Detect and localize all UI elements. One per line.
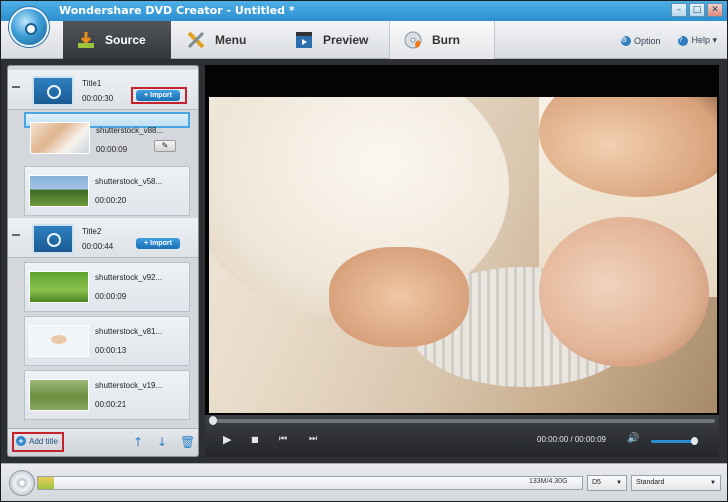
app-logo	[9, 7, 49, 47]
time-separator: /	[570, 435, 573, 444]
panel-footer: + Add title ↑ ↓ 🗑	[8, 428, 198, 456]
title-duration: 00:00:44	[82, 242, 114, 251]
maximize-button[interactable]: □	[689, 3, 705, 17]
tab-menu-label: Menu	[215, 33, 247, 47]
seek-bar[interactable]	[209, 416, 715, 425]
clip-item[interactable]: shutterstock_v19... 00:00:21	[24, 370, 190, 420]
next-icon[interactable]: ⏭	[309, 434, 317, 444]
main-tab-bar: Source Menu Preview Burn ⚙ Option ? Help…	[1, 21, 727, 59]
clip-duration: 00:00:21	[95, 400, 127, 409]
play-icon[interactable]: ▶	[223, 433, 231, 446]
video-figure	[539, 217, 709, 367]
capacity-bar	[37, 476, 583, 490]
option-button[interactable]: ⚙ Option	[620, 35, 661, 46]
film-icon	[32, 224, 74, 254]
video-figure	[329, 247, 469, 347]
clip-thumbnail	[29, 271, 89, 303]
quality-value: Standard	[636, 479, 665, 486]
disc-icon	[9, 470, 35, 496]
window-controls: – □ ✕	[671, 3, 723, 17]
window-title: Wondershare DVD Creator - Untitled *	[59, 4, 295, 17]
gear-icon: ⚙	[620, 35, 631, 46]
tools-icon	[185, 29, 207, 51]
clip-thumbnail	[30, 122, 90, 154]
help-label: Help ▾	[691, 35, 717, 45]
clip-item[interactable]: shutterstock_v92... 00:00:09	[24, 262, 190, 312]
stop-icon[interactable]: ■	[251, 435, 259, 444]
title-name: Title1	[82, 79, 102, 88]
clip-duration: 00:00:20	[95, 196, 127, 205]
clip-item[interactable]: shutterstock_v58... 00:00:20	[24, 166, 190, 216]
time-display: 00:00:00 / 00:00:09	[537, 435, 606, 444]
tab-preview[interactable]: Preview	[281, 21, 387, 59]
clip-name: shutterstock_v92...	[95, 273, 163, 282]
clip-item[interactable]: shutterstock_v81... 00:00:13	[24, 316, 190, 366]
move-down-icon[interactable]: ↓	[156, 435, 168, 449]
chevron-down-icon: ▼	[616, 480, 622, 486]
previous-icon[interactable]: ⏮	[279, 434, 287, 444]
collapse-icon[interactable]	[12, 234, 20, 236]
title-bar: Wondershare DVD Creator - Untitled * – □…	[1, 1, 727, 21]
top-right-menu: ⚙ Option ? Help ▾	[620, 35, 717, 46]
help-icon: ?	[678, 35, 689, 46]
clip-thumbnail	[29, 379, 89, 411]
import-button[interactable]: + Import	[136, 238, 180, 249]
move-up-icon[interactable]: ↑	[132, 435, 144, 449]
clip-duration: 00:00:09	[96, 145, 128, 154]
clip-thumbnail	[29, 175, 89, 207]
edit-pencil-icon[interactable]: ✎	[154, 140, 176, 152]
clip-duration: 00:00:13	[95, 346, 127, 355]
tab-source-label: Source	[105, 33, 146, 47]
highlight-box	[12, 432, 64, 452]
clip-duration: 00:00:09	[95, 292, 127, 301]
disc-type-select[interactable]: D5 ▼	[587, 475, 627, 491]
source-list-panel: Title1 00:00:30 + Import shutterstock_v8…	[7, 65, 199, 457]
clip-name: shutterstock_v58...	[95, 177, 163, 186]
footer-icons: ↑ ↓ 🗑	[132, 435, 195, 449]
highlight-box	[131, 87, 187, 104]
volume-icon[interactable]: 🔊	[627, 433, 639, 444]
video-frame	[209, 97, 717, 413]
minimize-button[interactable]: –	[671, 3, 687, 17]
tab-burn[interactable]: Burn	[389, 21, 495, 59]
total-time: 00:00:09	[574, 435, 606, 444]
player-controls: ▶ ■ ⏮ ⏭ 00:00:00 / 00:00:09 🔊	[205, 415, 719, 457]
tab-menu[interactable]: Menu	[173, 21, 279, 59]
clip-item[interactable]: shutterstock_v88... 00:00:09 ✎	[24, 112, 190, 154]
burn-disc-icon	[402, 29, 424, 51]
volume-handle[interactable]	[691, 437, 698, 445]
app-window: Wondershare DVD Creator - Untitled * – □…	[0, 0, 728, 502]
quality-select[interactable]: Standard ▼	[631, 475, 721, 491]
clip-thumbnail	[29, 325, 89, 357]
option-label: Option	[633, 35, 661, 46]
title-duration: 00:00:30	[82, 94, 114, 103]
download-icon	[75, 29, 97, 51]
chevron-down-icon: ▼	[710, 480, 716, 486]
tab-burn-label: Burn	[432, 33, 460, 47]
title-name: Title2	[82, 227, 102, 236]
seek-handle[interactable]	[209, 416, 217, 425]
help-button[interactable]: ? Help ▾	[678, 35, 717, 46]
bottom-status-bar: 133M/4.30G D5 ▼ Standard ▼	[1, 463, 727, 501]
video-preview	[205, 65, 719, 415]
delete-icon[interactable]: 🗑	[180, 435, 195, 449]
disc-type-value: D5	[592, 479, 601, 486]
capacity-fill	[38, 477, 55, 489]
current-time: 00:00:00	[537, 435, 569, 444]
tab-preview-label: Preview	[323, 33, 369, 47]
collapse-icon[interactable]	[12, 86, 20, 88]
clip-name: shutterstock_v19...	[95, 381, 163, 390]
volume-slider[interactable]	[651, 437, 698, 445]
clip-name: shutterstock_v88...	[96, 126, 164, 135]
close-button[interactable]: ✕	[707, 3, 723, 17]
clip-name: shutterstock_v81...	[95, 327, 163, 336]
film-icon	[32, 76, 74, 106]
tab-source[interactable]: Source	[63, 21, 171, 59]
title-header[interactable]: Title1 00:00:30 + Import	[8, 70, 198, 110]
clapperboard-icon	[293, 29, 315, 51]
title-header[interactable]: Title2 00:00:44 + Import	[8, 218, 198, 258]
capacity-text: 133M/4.30G	[529, 478, 568, 485]
